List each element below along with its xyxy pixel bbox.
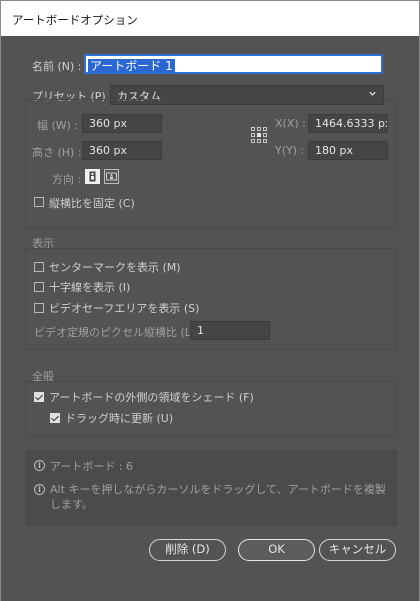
video-safe-checkbox[interactable] [34,303,44,313]
tip-icon: i [34,484,45,495]
window-title: アートボードオプション [12,13,138,27]
window-title-bar: アートボードオプション [0,0,420,36]
delete-button[interactable]: 削除 (D) [149,539,226,561]
center-mark-checkbox[interactable] [34,262,44,272]
landscape-icon [106,172,117,181]
y-label: Y(Y) : [275,144,305,157]
pixel-ratio-label: ビデオ定規のピクセル縦横比 (L) : [34,326,203,339]
x-input[interactable]: 1464.6333 px [308,114,388,133]
ok-button[interactable]: OK [238,539,315,561]
reference-point-grid-icon[interactable] [251,127,267,143]
pixel-ratio-input[interactable]: 1 [190,321,270,340]
name-label: 名前 (N) : [32,60,82,73]
chevron-down-icon [369,91,376,96]
name-input[interactable]: アートボード 1 [84,54,383,74]
orientation-portrait-button[interactable] [85,169,100,184]
update-drag-checkbox[interactable] [50,413,60,423]
y-input[interactable]: 180 px [308,141,388,160]
fade-outside-checkbox[interactable] [34,392,44,402]
info-icon: i [34,460,45,471]
width-label: 幅 (W) : [37,119,79,132]
x-label: X(X) : [275,117,306,130]
height-label: 高さ (H) : [32,146,82,159]
artboard-options-dialog: 名前 (N) : アートボード 1 プリセット (P) : カスタム 幅 (W)… [0,36,420,601]
cross-hairs-label: 十字線を表示 (I) [49,281,131,294]
fade-outside-label: アートボードの外側の領域をシェード (F) [49,391,254,404]
video-safe-label: ビデオセーフエリアを表示 (S) [49,302,200,315]
artboard-count: アートボード : 6 [50,460,134,473]
cross-hairs-checkbox[interactable] [34,282,44,292]
constrain-proportions-label: 縦横比を固定 (C) [49,197,135,210]
orientation-label: 方向 : [52,173,82,186]
update-drag-label: ドラッグ時に更新 (U) [65,412,174,425]
width-input[interactable]: 360 px [82,114,162,133]
portrait-icon [89,171,96,182]
center-mark-label: センターマークを表示 (M) [49,261,181,274]
tip-text: Alt キーを押しながらカーソルをドラッグして、アートボードを複製します。 [50,483,386,511]
height-input[interactable]: 360 px [82,141,162,160]
orientation-landscape-button[interactable] [104,169,119,184]
cancel-button[interactable]: キャンセル [319,539,396,561]
constrain-proportions-checkbox[interactable] [34,197,44,207]
name-input-value: アートボード 1 [88,59,175,73]
